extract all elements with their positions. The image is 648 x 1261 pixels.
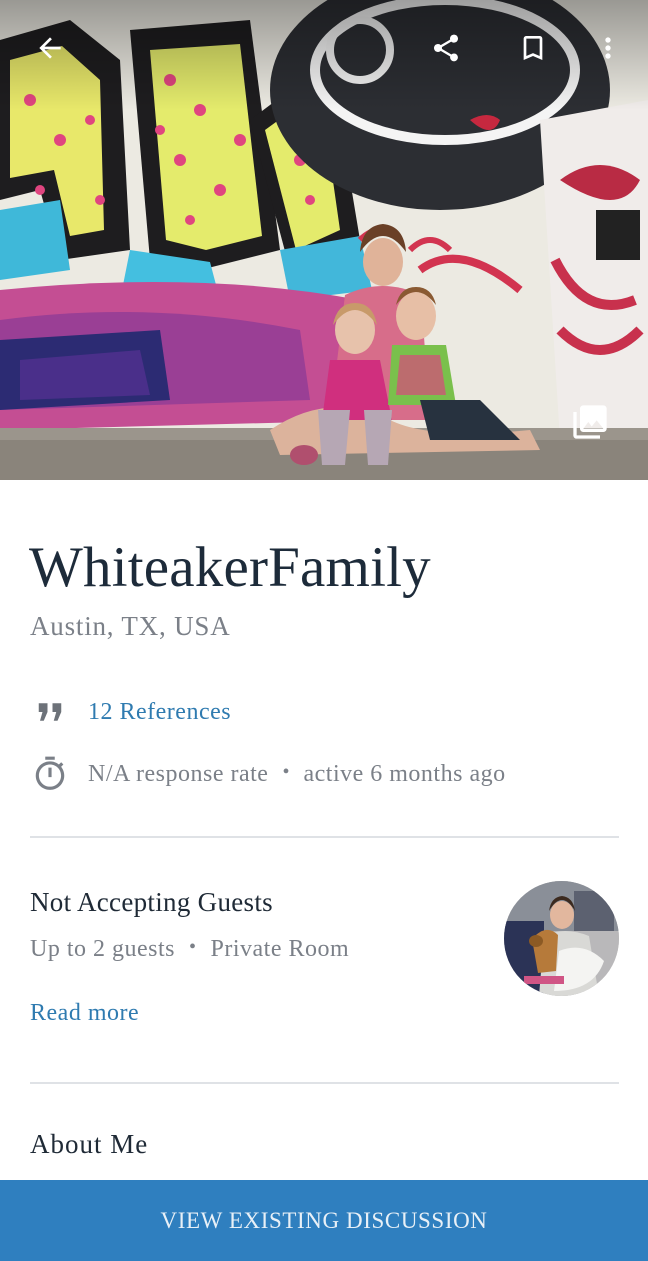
view-existing-discussion-label: VIEW EXISTING DISCUSSION — [160, 1207, 488, 1233]
section-divider — [30, 836, 619, 838]
hosting-details: Up to 2 guests • Private Room — [30, 936, 349, 963]
arrow-back-icon[interactable] — [26, 24, 74, 72]
about-me-heading: About Me — [30, 1129, 149, 1159]
room-type: Private Room — [210, 936, 350, 962]
hosting-status: Not Accepting Guests — [30, 887, 273, 917]
bookmark-icon[interactable] — [509, 24, 557, 72]
profile-cover-photo[interactable] — [0, 0, 648, 480]
guest-capacity: Up to 2 guests — [30, 936, 175, 962]
profile-username: WhiteakerFamily — [29, 536, 431, 599]
more-vertical-icon[interactable] — [584, 24, 632, 72]
share-icon[interactable] — [422, 24, 470, 72]
quote-icon — [30, 692, 70, 732]
read-more-link[interactable]: Read more — [30, 996, 139, 1030]
separator-dot: • — [282, 760, 290, 783]
last-active: active 6 months ago — [303, 760, 506, 787]
stopwatch-icon — [30, 754, 70, 794]
response-rate: N/A response rate — [88, 760, 269, 787]
view-existing-discussion-button[interactable]: VIEW EXISTING DISCUSSION — [0, 1180, 648, 1261]
separator-dot: • — [189, 936, 197, 958]
photo-gallery-icon[interactable] — [566, 398, 614, 446]
references-row[interactable]: 12 References — [30, 692, 231, 732]
section-divider — [30, 1082, 619, 1084]
response-row: N/A response rate • active 6 months ago — [30, 754, 506, 794]
avatar[interactable] — [504, 881, 619, 996]
profile-location: Austin, TX, USA — [30, 611, 231, 641]
references-link[interactable]: 12 References — [88, 699, 231, 726]
